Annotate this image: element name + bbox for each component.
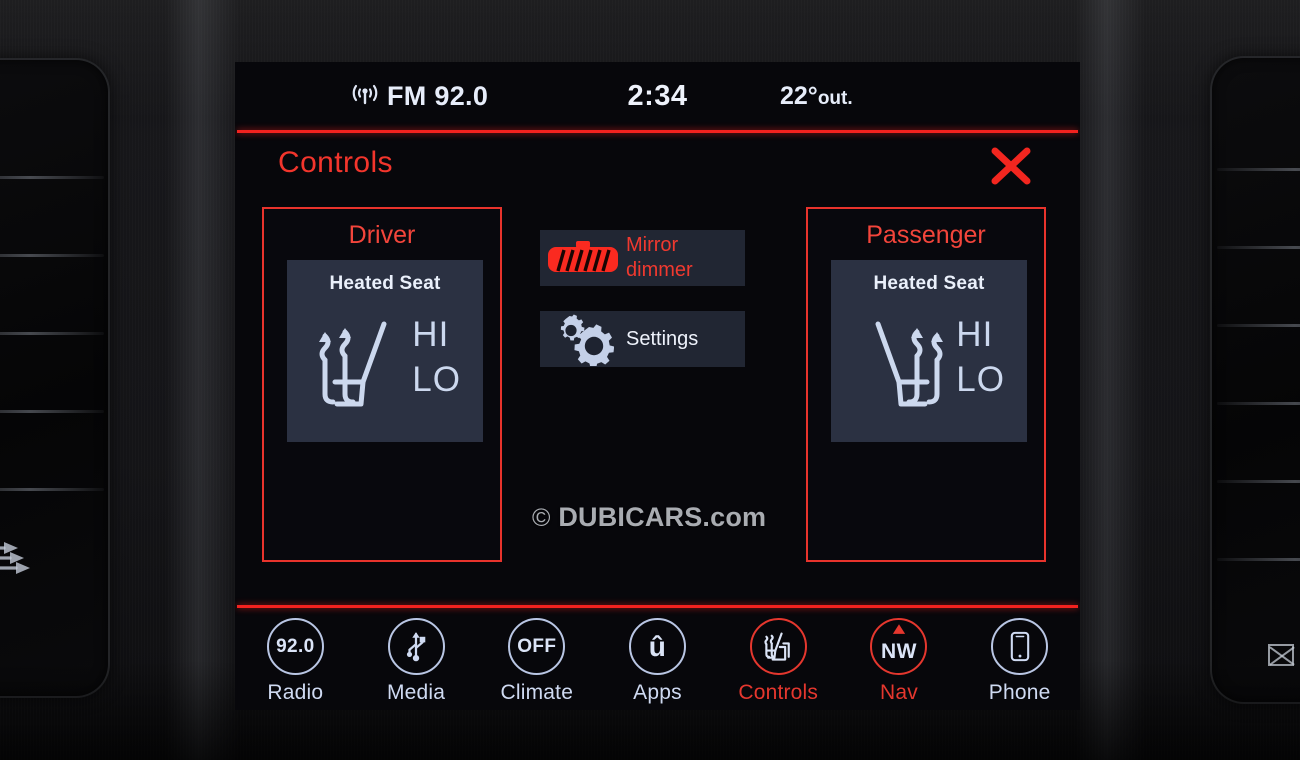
nav-item-controls[interactable]: Controls: [718, 610, 839, 710]
driver-heated-seat-tile[interactable]: Heated Seat HI LO: [287, 260, 483, 442]
nav-label-climate: Climate: [500, 681, 574, 704]
divider-bottom: [237, 605, 1078, 608]
nav-item-media[interactable]: Media: [356, 610, 477, 710]
mirror-dimmer-line2: dimmer: [626, 259, 693, 281]
passenger-heated-seat-tile[interactable]: Heated Seat HI LO: [831, 260, 1027, 442]
heated-seat-icon: [301, 308, 409, 418]
mirror-dimmer-icon: [540, 241, 626, 275]
smartphone-icon: [991, 618, 1049, 675]
dashboard-bezel: FM 92.0 2:34 22°out. Controls Driver Hea…: [0, 0, 1300, 760]
nav-label-media: Media: [386, 681, 446, 704]
watermark-copyright: ©: [532, 504, 551, 532]
airflow-icon: [0, 540, 34, 580]
nav-label-controls: Controls: [738, 681, 819, 704]
outside-temperature: 22°out.: [780, 82, 853, 111]
uconnect-apps-icon: û: [629, 618, 687, 675]
driver-zone-title: Driver: [348, 221, 416, 249]
temperature-suffix: out.: [817, 87, 853, 109]
climate-status-text: OFF: [517, 635, 557, 657]
center-button-column: Mirror dimmer Settings: [540, 230, 750, 392]
mirror-dimmer-button[interactable]: Mirror dimmer: [540, 230, 745, 286]
page-header: Controls: [235, 136, 1080, 198]
watermark: © DUBICARS.com: [532, 502, 766, 533]
usb-icon: [387, 618, 445, 675]
gears-icon: [540, 312, 626, 366]
nav-label-apps: Apps: [633, 681, 682, 704]
controls-body: Driver Heated Seat HI LO Passenger Heate…: [235, 202, 1080, 602]
passenger-heated-seat-label: Heated Seat: [873, 273, 985, 294]
nav-item-radio[interactable]: 92.0 Radio: [235, 610, 356, 710]
heated-seat-icon: [749, 618, 807, 675]
watermark-text: DUBICARS.com: [558, 502, 767, 532]
air-vent-left: [0, 58, 110, 698]
uconnect-glyph: û: [648, 630, 667, 662]
climate-off-icon: OFF: [508, 618, 566, 675]
nav-item-climate[interactable]: OFF Climate: [476, 610, 597, 710]
driver-level-lo[interactable]: LO: [412, 357, 461, 402]
temperature-value: 22°: [780, 81, 818, 110]
nav-label-phone: Phone: [988, 681, 1051, 704]
compass-nav-icon: NW: [870, 618, 928, 675]
radio-frequency-icon: 92.0: [266, 618, 324, 675]
bottom-navigation-bar: 92.0 Radio Media OFF Climate û Apps Cont…: [235, 610, 1080, 710]
settings-button[interactable]: Settings: [540, 311, 745, 367]
bezel-sheen-left: [165, 0, 240, 760]
infotainment-screen: FM 92.0 2:34 22°out. Controls Driver Hea…: [235, 62, 1080, 710]
air-vent-right: [1210, 56, 1300, 704]
clock-label: 2:34: [627, 79, 688, 112]
passenger-zone-title: Passenger: [866, 221, 986, 249]
nav-label-nav: Nav: [879, 681, 918, 704]
driver-heat-levels: HI LO: [412, 312, 461, 402]
driver-heated-seat-label: Heated Seat: [329, 273, 441, 294]
passenger-zone-panel: Passenger Heated Seat HI LO: [806, 207, 1046, 562]
driver-level-hi[interactable]: HI: [412, 312, 461, 357]
divider-top: [237, 130, 1078, 133]
status-bar: FM 92.0 2:34 22°out.: [235, 62, 1080, 130]
passenger-level-hi[interactable]: HI: [956, 312, 1005, 357]
driver-zone-panel: Driver Heated Seat HI LO: [262, 207, 502, 562]
closed-vent-icon: [1268, 644, 1294, 666]
page-title: Controls: [278, 146, 393, 179]
nav-item-nav[interactable]: NW Nav: [839, 610, 960, 710]
settings-label: Settings: [626, 327, 699, 350]
passenger-heat-levels: HI LO: [956, 312, 1005, 402]
radio-frequency-text: 92.0: [276, 635, 315, 657]
heated-seat-icon: [853, 308, 961, 418]
nav-label-radio: Radio: [267, 681, 324, 704]
passenger-level-lo[interactable]: LO: [956, 357, 1005, 402]
nav-item-phone[interactable]: Phone: [959, 610, 1080, 710]
mirror-dimmer-label: Mirror dimmer: [626, 233, 693, 283]
mirror-dimmer-line1: Mirror: [626, 234, 679, 256]
nav-item-apps[interactable]: û Apps: [597, 610, 718, 710]
bezel-sheen-right: [1075, 0, 1145, 760]
compass-heading-text: NW: [881, 640, 917, 663]
close-x-icon[interactable]: [989, 146, 1033, 186]
